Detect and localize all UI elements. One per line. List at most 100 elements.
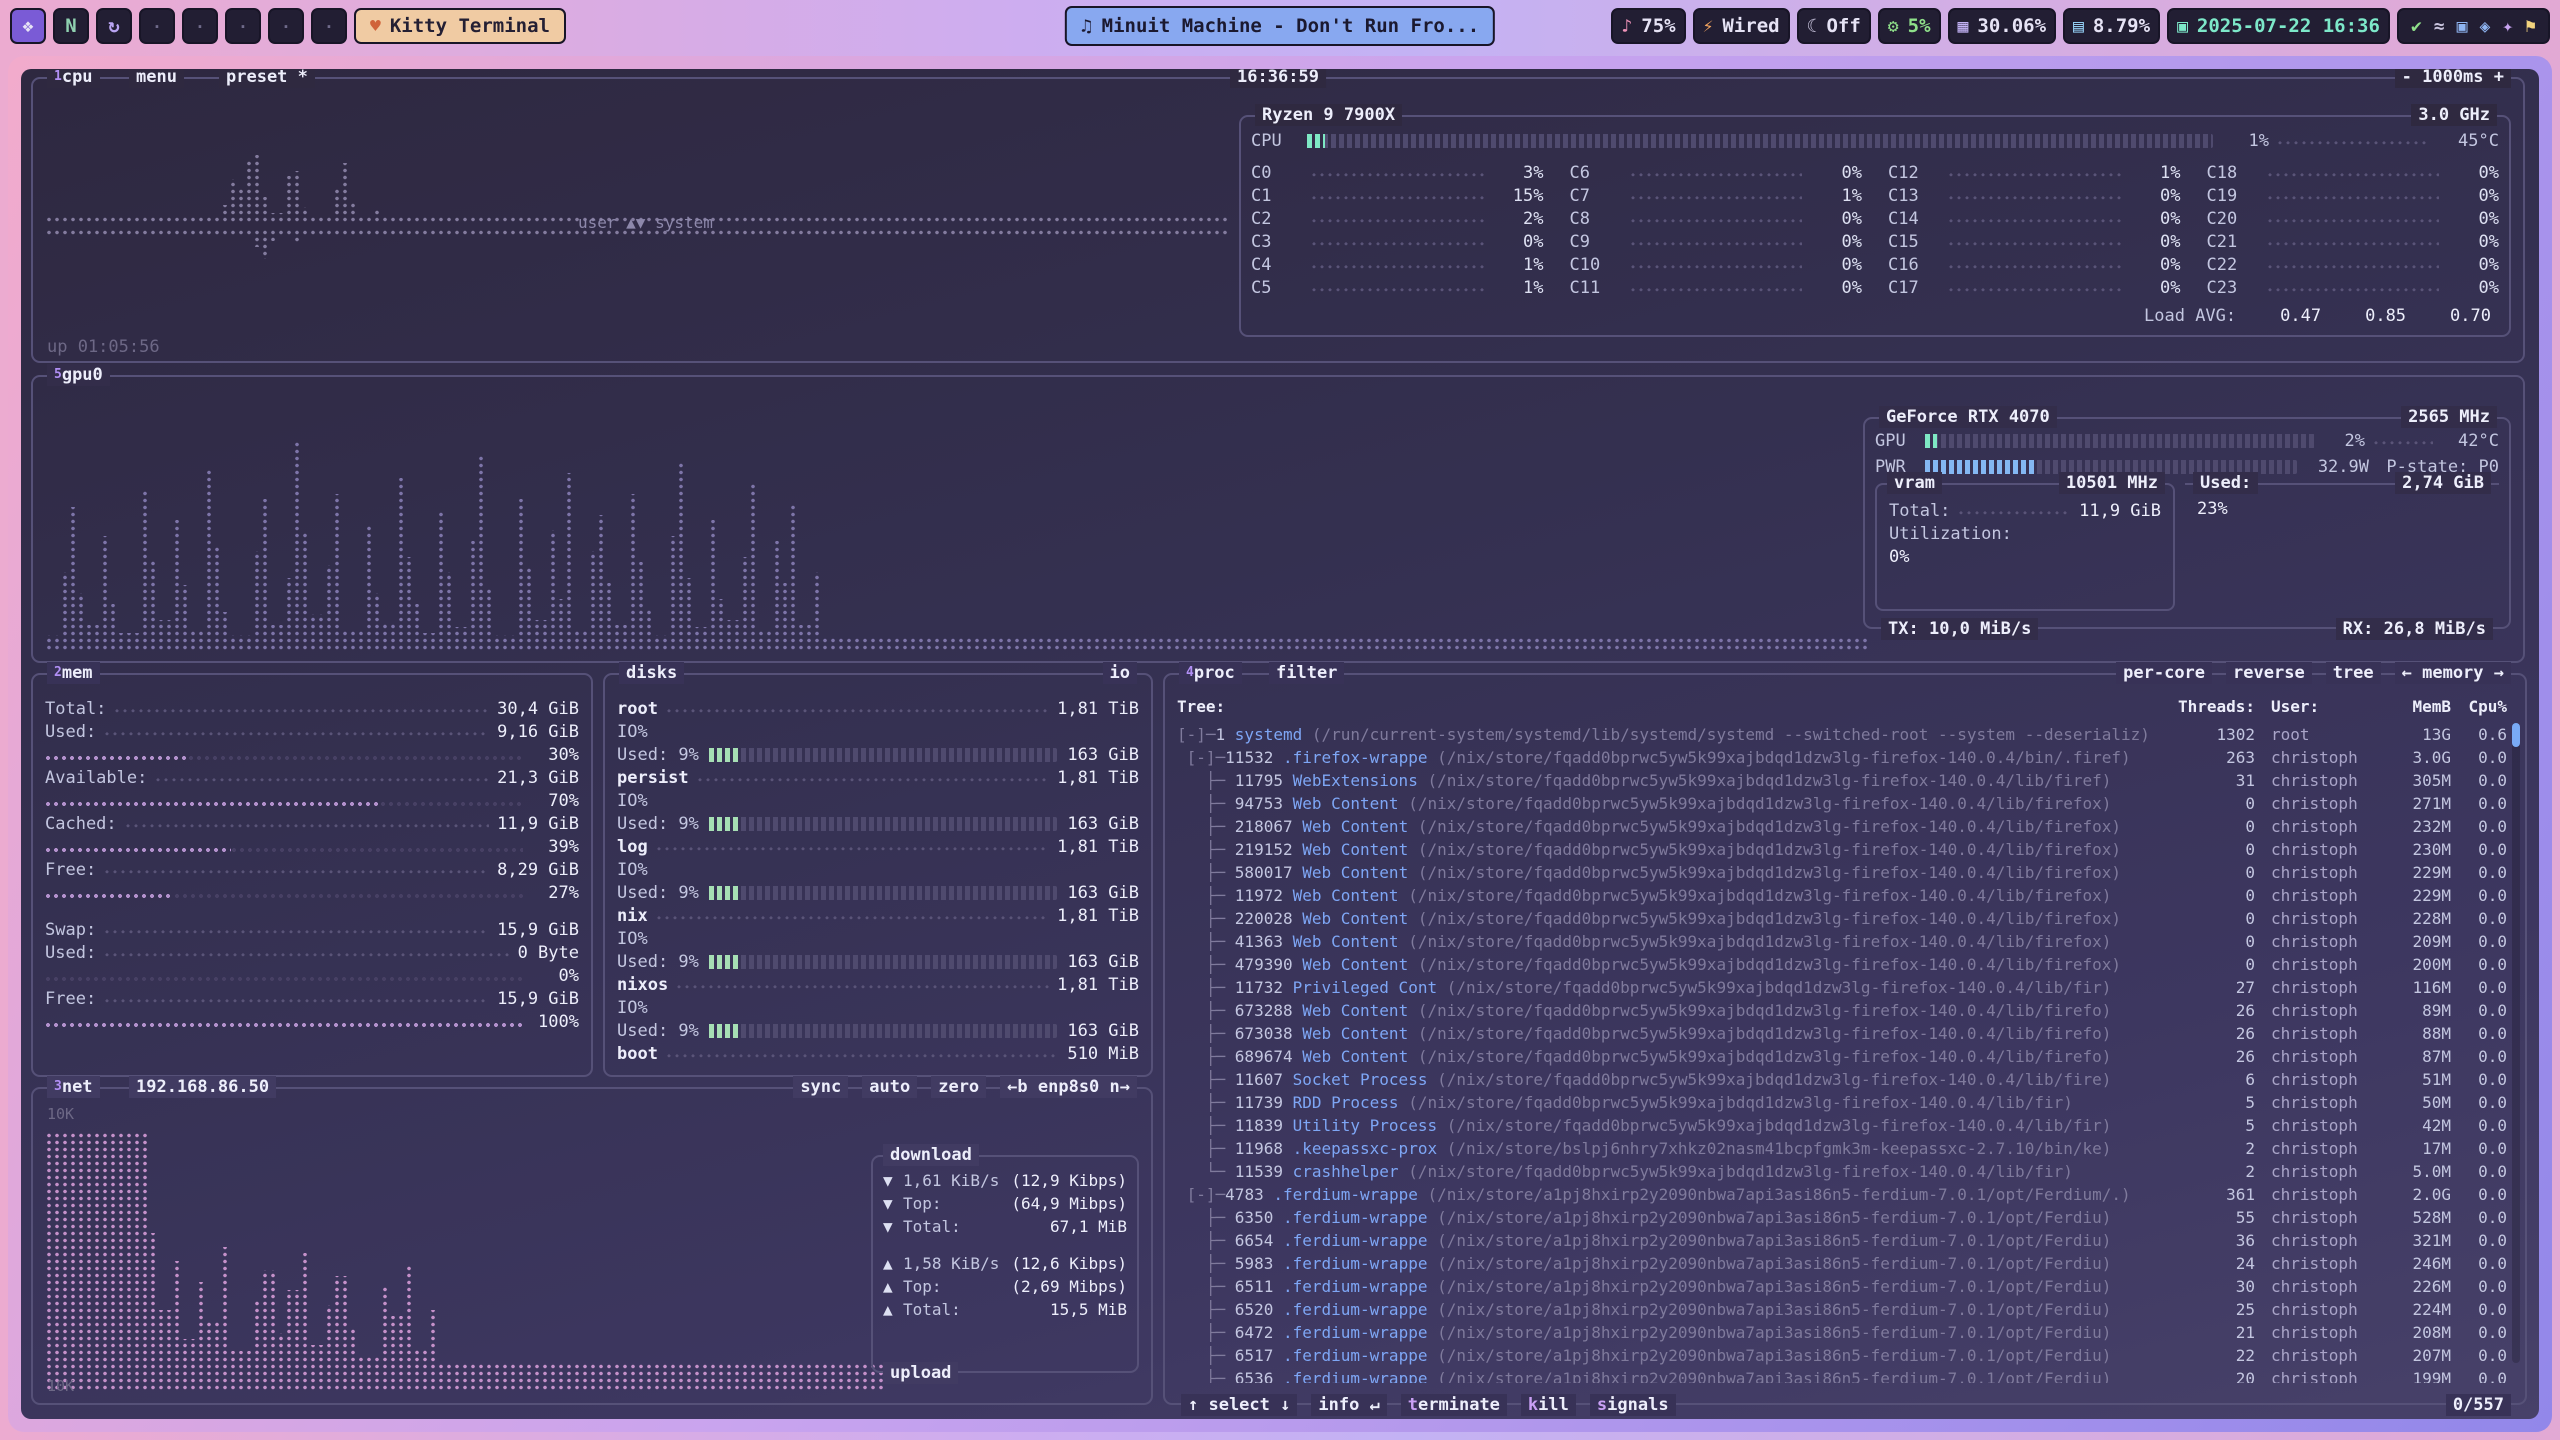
process-row[interactable]: ├─ 673038 Web Content (/nix/store/fqadd0…: [1177, 1022, 2511, 1045]
process-row[interactable]: ├─ 5983 .ferdium-wrappe (/nix/store/a1pj…: [1177, 1252, 2511, 1275]
process-scrollbar[interactable]: [2512, 723, 2520, 1363]
tray-display-icon[interactable]: ▣: [2457, 16, 2468, 37]
cpu-usage-widget[interactable]: ⚙5%: [1878, 8, 1941, 44]
process-row[interactable]: ├─ 11739 RDD Process (/nix/store/fqadd0b…: [1177, 1091, 2511, 1114]
process-row[interactable]: ├─ 6517 .ferdium-wrappe (/nix/store/a1pj…: [1177, 1344, 2511, 1367]
process-row[interactable]: ├─ 11607 Socket Process (/nix/store/fqad…: [1177, 1068, 2511, 1091]
graph-column: [821, 229, 829, 235]
process-row[interactable]: ├─ 220028 Web Content (/nix/store/fqadd0…: [1177, 907, 2511, 930]
process-command: ├─ 673038 Web Content (/nix/store/fqadd0…: [1177, 1024, 2165, 1043]
process-row[interactable]: ├─ 580017 Web Content (/nix/store/fqadd0…: [1177, 861, 2511, 884]
process-user: christoph: [2255, 932, 2379, 951]
disk-usage-widget[interactable]: ▤8.79%: [2063, 8, 2160, 44]
tray-wave-icon[interactable]: ≈: [2434, 16, 2445, 37]
process-args: (/nix/store/fqadd0bprwc5yw5k99xajbdqd1dz…: [1437, 1070, 2111, 1089]
idle-inhibitor-widget[interactable]: ☾Off: [1797, 8, 1871, 44]
volume-widget[interactable]: ♪75%: [1611, 8, 1685, 44]
process-row[interactable]: ├─ 218067 Web Content (/nix/store/fqadd0…: [1177, 815, 2511, 838]
footer-info--[interactable]: info ↵: [1311, 1394, 1386, 1416]
graph-column: [741, 229, 749, 235]
column-threads[interactable]: Threads:: [2165, 697, 2255, 716]
process-row[interactable]: ├─ 689674 Web Content (/nix/store/fqadd0…: [1177, 1045, 2511, 1068]
process-row[interactable]: ├─ 6536 .ferdium-wrappe (/nix/store/a1pj…: [1177, 1367, 2511, 1383]
footer-kill[interactable]: kill: [1521, 1394, 1576, 1416]
filter-button[interactable]: filter: [1269, 662, 1344, 684]
workspace-5[interactable]: ·: [182, 8, 218, 44]
column-user[interactable]: User:: [2255, 697, 2379, 716]
window-title[interactable]: ♥Kitty Terminal: [354, 8, 566, 44]
process-row[interactable]: ├─ 11795 WebExtensions (/nix/store/fqadd…: [1177, 769, 2511, 792]
graph-column: [101, 217, 109, 223]
process-row[interactable]: ├─ 479390 Web Content (/nix/store/fqadd0…: [1177, 953, 2511, 976]
menu-button[interactable]: menu: [129, 69, 184, 88]
column-cpu[interactable]: Cpu%: [2451, 697, 2511, 716]
io-mode-toggle[interactable]: io: [1103, 662, 1137, 684]
process-row[interactable]: └─ 11539 crashhelper (/nix/store/fqadd0b…: [1177, 1160, 2511, 1183]
workspace-2-neovim[interactable]: N: [53, 8, 89, 44]
graph-column: [1125, 217, 1133, 223]
workspace-7[interactable]: ·: [268, 8, 304, 44]
column-memory[interactable]: MemB: [2379, 697, 2451, 716]
workspace-8[interactable]: ·: [311, 8, 347, 44]
memory-stat-row: Total:30,4 GiB: [33, 697, 591, 720]
toggle-reverse[interactable]: reverse: [2226, 662, 2312, 684]
graph-column: [69, 507, 77, 651]
process-row[interactable]: [-]─1 systemd (/run/current-system/syste…: [1177, 723, 2511, 746]
workspace-4[interactable]: ·: [139, 8, 175, 44]
tray-check-icon[interactable]: ✔: [2411, 16, 2422, 37]
workspace-1[interactable]: ❖: [10, 8, 46, 44]
process-row[interactable]: ├─ 6520 .ferdium-wrappe (/nix/store/a1pj…: [1177, 1298, 2511, 1321]
process-row[interactable]: ├─ 11839 Utility Process (/nix/store/fqa…: [1177, 1114, 2511, 1137]
process-row[interactable]: ├─ 6654 .ferdium-wrappe (/nix/store/a1pj…: [1177, 1229, 2511, 1252]
net-toggle-zero[interactable]: zero: [931, 1076, 986, 1098]
clock-widget[interactable]: ▣2025-07-22 16:36: [2167, 8, 2390, 44]
vram-utilization-value-row: 0%: [1877, 545, 2173, 568]
process-row[interactable]: ├─ 673288 Web Content (/nix/store/fqadd0…: [1177, 999, 2511, 1022]
toggle-per-core[interactable]: per-core: [2116, 662, 2212, 684]
preset-button[interactable]: preset *: [219, 69, 315, 88]
net-toggle-sync[interactable]: sync: [793, 1076, 848, 1098]
footer-terminate[interactable]: terminate: [1401, 1394, 1507, 1416]
graph-column: [1189, 229, 1197, 235]
workspace-3[interactable]: ↻: [96, 8, 132, 44]
process-row[interactable]: ├─ 6511 .ferdium-wrappe (/nix/store/a1pj…: [1177, 1275, 2511, 1298]
process-name: Web Content: [1302, 909, 1418, 928]
graph-column: [525, 229, 533, 235]
graph-column: [389, 217, 397, 223]
scrollbar-thumb[interactable]: [2512, 723, 2520, 747]
process-row[interactable]: ├─ 41363 Web Content (/nix/store/fqadd0b…: [1177, 930, 2511, 953]
net-toggle--b-enp8s0-n-[interactable]: ←b enp8s0 n→: [1000, 1076, 1137, 1098]
media-widget[interactable]: ♫ Minuit Machine - Don't Run Fro...: [1065, 6, 1495, 46]
process-row[interactable]: ├─ 11968 .keepassxc-prox (/nix/store/bsl…: [1177, 1137, 2511, 1160]
process-threads: 36: [2165, 1231, 2255, 1250]
process-row[interactable]: ├─ 219152 Web Content (/nix/store/fqadd0…: [1177, 838, 2511, 861]
process-row[interactable]: [-]─11532 .firefox-wrappe (/nix/store/fq…: [1177, 746, 2511, 769]
workspace-6[interactable]: ·: [225, 8, 261, 44]
graph-column: [861, 229, 869, 235]
process-row[interactable]: ├─ 94753 Web Content (/nix/store/fqadd0b…: [1177, 792, 2511, 815]
process-row[interactable]: ├─ 6350 .ferdium-wrappe (/nix/store/a1pj…: [1177, 1206, 2511, 1229]
update-interval-control[interactable]: - 1000ms +: [2395, 69, 2511, 88]
graph-column: [1485, 638, 1493, 651]
graph-column: [189, 217, 197, 223]
graph-column: [157, 217, 165, 223]
power-profile-widget[interactable]: ⚡Wired: [1693, 8, 1790, 44]
process-row[interactable]: ├─ 6472 .ferdium-wrappe (/nix/store/a1pj…: [1177, 1321, 2511, 1344]
process-name: RDD Process: [1293, 1093, 1409, 1112]
footer-signals[interactable]: signals: [1590, 1394, 1676, 1416]
process-row[interactable]: ├─ 11732 Privileged Cont (/nix/store/fqa…: [1177, 976, 2511, 999]
tray-bell-icon[interactable]: ⚑: [2525, 16, 2536, 37]
process-row[interactable]: ├─ 11972 Web Content (/nix/store/fqadd0b…: [1177, 884, 2511, 907]
process-row[interactable]: [-]─4783 .ferdium-wrappe (/nix/store/a1p…: [1177, 1183, 2511, 1206]
memory-usage-widget[interactable]: ▦30.06%: [1948, 8, 2056, 44]
core-usage-row: C03%: [1251, 161, 1544, 184]
net-stat-value: 67,1 MiB: [1050, 1217, 1127, 1236]
net-toggle-auto[interactable]: auto: [862, 1076, 917, 1098]
tray-widget-icon[interactable]: ◈: [2479, 16, 2490, 37]
vram-utilization-label: Utilization:: [1889, 524, 2012, 544]
toggle-tree[interactable]: tree: [2326, 662, 2381, 684]
footer---select--[interactable]: ↑ select ↓: [1181, 1394, 1297, 1416]
sort-column-selector[interactable]: ← memory →: [2395, 662, 2511, 684]
column-tree[interactable]: Tree:: [1177, 697, 2165, 716]
tray-app-icon[interactable]: ✦: [2502, 16, 2513, 37]
